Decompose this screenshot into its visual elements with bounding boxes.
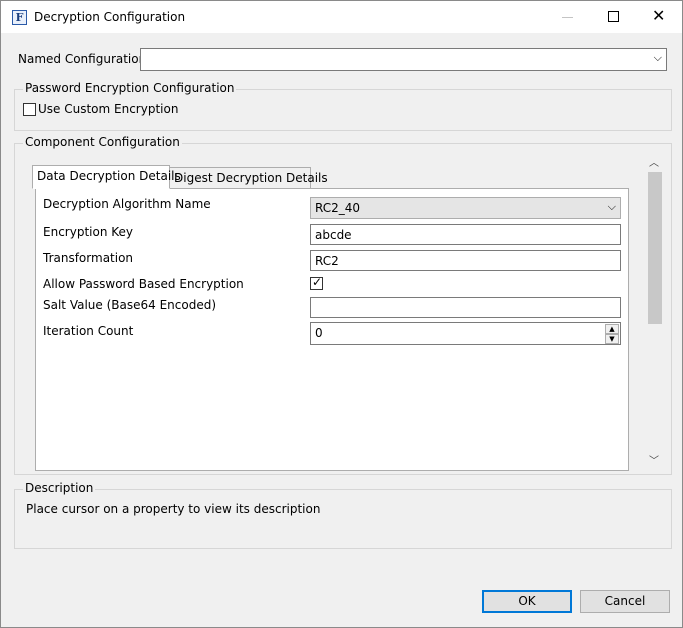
chevron-down-icon: ⌵	[607, 200, 616, 213]
allow-pbe-label: Allow Password Based Encryption	[43, 277, 244, 291]
component-configuration-title: Component Configuration	[23, 135, 182, 149]
scrollbar-thumb[interactable]	[648, 172, 662, 324]
tab-digest-decryption[interactable]: Digest Decryption Details	[169, 167, 328, 189]
allow-pbe-checkbox[interactable]: ✓	[310, 275, 323, 290]
password-encryption-title: Password Encryption Configuration	[23, 81, 237, 95]
checkmark-icon: ✓	[312, 275, 323, 289]
iteration-count-value: 0	[315, 326, 323, 340]
spinner: ▲ ▼	[605, 324, 619, 344]
cancel-button[interactable]: Cancel	[580, 590, 670, 613]
use-custom-encryption-label: Use Custom Encryption	[38, 102, 179, 116]
chevron-down-icon: ⌵	[653, 51, 662, 64]
algorithm-value: RC2_40	[315, 201, 361, 215]
salt-label: Salt Value (Base64 Encoded)	[43, 298, 217, 312]
encryption-key-label: Encryption Key	[43, 225, 133, 239]
title-bar[interactable]: F Decryption Configuration ✕	[1, 1, 682, 33]
close-button[interactable]: ✕	[636, 1, 682, 33]
algorithm-label: Decryption Algorithm Name	[43, 197, 211, 211]
salt-field[interactable]	[310, 297, 621, 318]
use-custom-encryption-checkbox[interactable]	[23, 103, 36, 116]
password-encryption-group: Password Encryption Configuration Use Cu…	[14, 81, 672, 131]
transformation-field[interactable]: RC2	[310, 250, 621, 271]
dialog-window: F Decryption Configuration ✕ Named Confi…	[0, 0, 683, 628]
spin-down-icon[interactable]: ▼	[605, 334, 619, 344]
vertical-scrollbar[interactable]: ︿ ﹀	[646, 154, 664, 472]
app-icon: F	[12, 10, 27, 25]
named-configuration-combo[interactable]: ⌵	[140, 48, 667, 71]
description-group: Description Place cursor on a property t…	[14, 481, 672, 549]
window-title: Decryption Configuration	[34, 10, 186, 24]
tab-data-decryption[interactable]: Data Decryption Details	[32, 165, 181, 189]
minimize-button[interactable]	[544, 1, 590, 33]
scroll-up-icon[interactable]: ︿	[649, 158, 659, 170]
data-decryption-panel: Decryption Algorithm Name RC2_40 ⌵ Encry…	[35, 188, 629, 471]
maximize-icon	[608, 11, 619, 22]
ok-button[interactable]: OK	[482, 590, 572, 613]
description-title: Description	[23, 481, 96, 495]
description-text: Place cursor on a property to view its d…	[26, 502, 321, 516]
close-icon: ✕	[652, 6, 666, 25]
transformation-label: Transformation	[43, 251, 134, 265]
encryption-key-field[interactable]: abcde	[310, 224, 621, 245]
named-configuration-label: Named Configuration	[18, 52, 147, 66]
algorithm-select[interactable]: RC2_40 ⌵	[310, 197, 621, 219]
minimize-icon	[562, 17, 573, 18]
iteration-count-stepper[interactable]: 0 ▲ ▼	[310, 322, 621, 345]
scroll-down-icon[interactable]: ﹀	[649, 456, 659, 468]
spin-up-icon[interactable]: ▲	[605, 324, 619, 334]
maximize-button[interactable]	[590, 1, 636, 33]
iteration-count-label: Iteration Count	[43, 324, 134, 338]
